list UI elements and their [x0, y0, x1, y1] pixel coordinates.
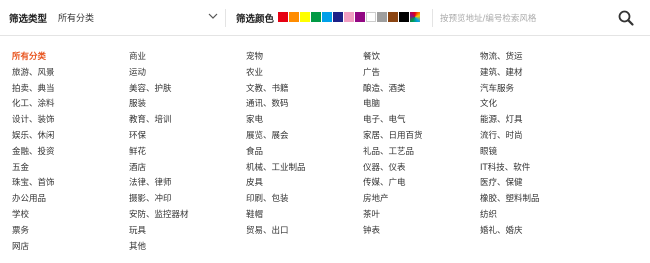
category-link[interactable]: 橡胶、塑料制品: [480, 192, 590, 208]
category-link[interactable]: 其他: [129, 240, 239, 256]
category-link[interactable]: 茶叶: [363, 208, 473, 224]
category-link[interactable]: 运动: [129, 66, 239, 82]
category-link[interactable]: 纺织: [480, 208, 590, 224]
category-link[interactable]: 能源、灯具: [480, 113, 590, 129]
category-link[interactable]: 通讯、数码: [246, 97, 356, 113]
color-swatch[interactable]: [344, 12, 354, 22]
category-link[interactable]: 学校: [12, 208, 122, 224]
type-filter-dropdown[interactable]: 所有分类: [54, 9, 226, 27]
search-icon[interactable]: [617, 9, 635, 27]
category-link[interactable]: 拍卖、典当: [12, 82, 122, 98]
color-swatch[interactable]: [322, 12, 332, 22]
category-link[interactable]: 办公用品: [12, 192, 122, 208]
category-link[interactable]: 服装: [129, 97, 239, 113]
color-swatch[interactable]: [377, 12, 387, 22]
category-link[interactable]: 家居、日用百货: [363, 129, 473, 145]
color-swatch[interactable]: [333, 12, 343, 22]
category-link[interactable]: 皮具: [246, 176, 356, 192]
category-link[interactable]: 电子、电气: [363, 113, 473, 129]
search-input[interactable]: [438, 8, 607, 30]
category-link[interactable]: 美容、护肤: [129, 82, 239, 98]
category-link[interactable]: 餐饮: [363, 50, 473, 66]
category-link[interactable]: 食品: [246, 145, 356, 161]
color-filter-label: 筛选颜色: [236, 14, 275, 25]
category-link[interactable]: 房地产: [363, 192, 473, 208]
category-link[interactable]: 展览、展会: [246, 129, 356, 145]
category-link[interactable]: 农业: [246, 66, 356, 82]
category-link[interactable]: 票务: [12, 224, 122, 240]
divider: [432, 9, 433, 27]
category-link[interactable]: 家电: [246, 113, 356, 129]
category-column: 宠物 农业 文教、书籍 通讯、数码 家电 展览、展会 食品 机械、工业制品 皮具 印刷、包装 鞋帽贸…: [246, 50, 356, 240]
category-link[interactable]: 医疗、保健: [480, 176, 590, 192]
category-link[interactable]: 网店: [12, 240, 122, 256]
category-link[interactable]: 仪器、仪表: [363, 161, 473, 177]
category-link[interactable]: 传媒、广电: [363, 176, 473, 192]
color-swatch[interactable]: [289, 12, 299, 22]
category-link[interactable]: 旅游、风景: [12, 66, 122, 82]
category-link[interactable]: 物流、货运: [480, 50, 590, 66]
category-link[interactable]: 环保: [129, 129, 239, 145]
color-swatches: [278, 12, 421, 22]
category-link[interactable]: 汽车服务: [480, 82, 590, 98]
category-column: 餐饮 广告 酿造、酒类 电脑 电子、电气 家居、日用百货 礼品、工艺品 仪器、仪表 传媒、广电房…: [363, 50, 473, 240]
category-column: 所有分类 旅游、风景 拍卖、典当 化工、涂料 设计、装饰 娱乐、休闲 金融、投资 五金 珠宝、首…: [12, 50, 122, 255]
category-link[interactable]: 眼镜: [480, 145, 590, 161]
category-link[interactable]: 建筑、建材: [480, 66, 590, 82]
category-link[interactable]: 酿造、酒类: [363, 82, 473, 98]
category-link[interactable]: 教育、培训: [129, 113, 239, 129]
category-link[interactable]: 设计、装饰: [12, 113, 122, 129]
color-swatch[interactable]: [388, 12, 398, 22]
category-link[interactable]: 广告: [363, 66, 473, 82]
category-link[interactable]: 珠宝、首饰: [12, 176, 122, 192]
color-swatch[interactable]: [311, 12, 321, 22]
type-filter-value: 所有分类: [58, 14, 95, 24]
category-link[interactable]: IT科技、软件: [480, 161, 590, 177]
category-link[interactable]: 机械、工业制品: [246, 161, 356, 177]
color-swatch[interactable]: [355, 12, 365, 22]
category-link[interactable]: 安防、监控器材: [129, 208, 239, 224]
category-link[interactable]: 商业: [129, 50, 239, 66]
category-column: 物流、货运 建筑、建材 汽车服务 文化 能源、灯具 流行、时尚 眼镜 IT科技、软件 医疗、保健…: [480, 50, 590, 240]
category-link[interactable]: 化工、涂料: [12, 97, 122, 113]
category-link[interactable]: 玩具: [129, 224, 239, 240]
category-column: 商业 运动 美容、护肤 服装 教育、培训 环保 鲜花 酒店 法律、律师 摄影、冲印 安防、监控器材玩…: [129, 50, 239, 255]
category-link[interactable]: 流行、时尚: [480, 129, 590, 145]
category-link[interactable]: 贸易、出口: [246, 224, 356, 240]
chevron-down-icon: [207, 10, 219, 25]
color-swatch-multicolor[interactable]: [410, 12, 420, 22]
category-link[interactable]: 印刷、包装: [246, 192, 356, 208]
filter-bar: 筛选类型 所有分类 筛选颜色: [0, 0, 650, 36]
category-link[interactable]: 婚礼、婚庆: [480, 224, 590, 240]
category-link[interactable]: 五金: [12, 161, 122, 177]
category-link[interactable]: 钟表: [363, 224, 473, 240]
color-swatch[interactable]: [300, 12, 310, 22]
color-swatch[interactable]: [399, 12, 409, 22]
category-link[interactable]: 电脑: [363, 97, 473, 113]
color-swatch[interactable]: [278, 12, 288, 22]
category-link[interactable]: 宠物: [246, 50, 356, 66]
category-link[interactable]: 法律、律师: [129, 176, 239, 192]
category-link[interactable]: 鞋帽: [246, 208, 356, 224]
category-link[interactable]: 娱乐、休闲: [12, 129, 122, 145]
color-swatch[interactable]: [366, 12, 376, 22]
category-link[interactable]: 鲜花: [129, 145, 239, 161]
category-link[interactable]: 礼品、工艺品: [363, 145, 473, 161]
category-link[interactable]: 摄影、冲印: [129, 192, 239, 208]
category-link[interactable]: 文化: [480, 97, 590, 113]
type-filter-label: 筛选类型: [9, 14, 48, 25]
category-link[interactable]: 金融、投资: [12, 145, 122, 161]
category-link[interactable]: 文教、书籍: [246, 82, 356, 98]
category-link[interactable]: 所有分类: [12, 50, 122, 66]
category-link[interactable]: 酒店: [129, 161, 239, 177]
